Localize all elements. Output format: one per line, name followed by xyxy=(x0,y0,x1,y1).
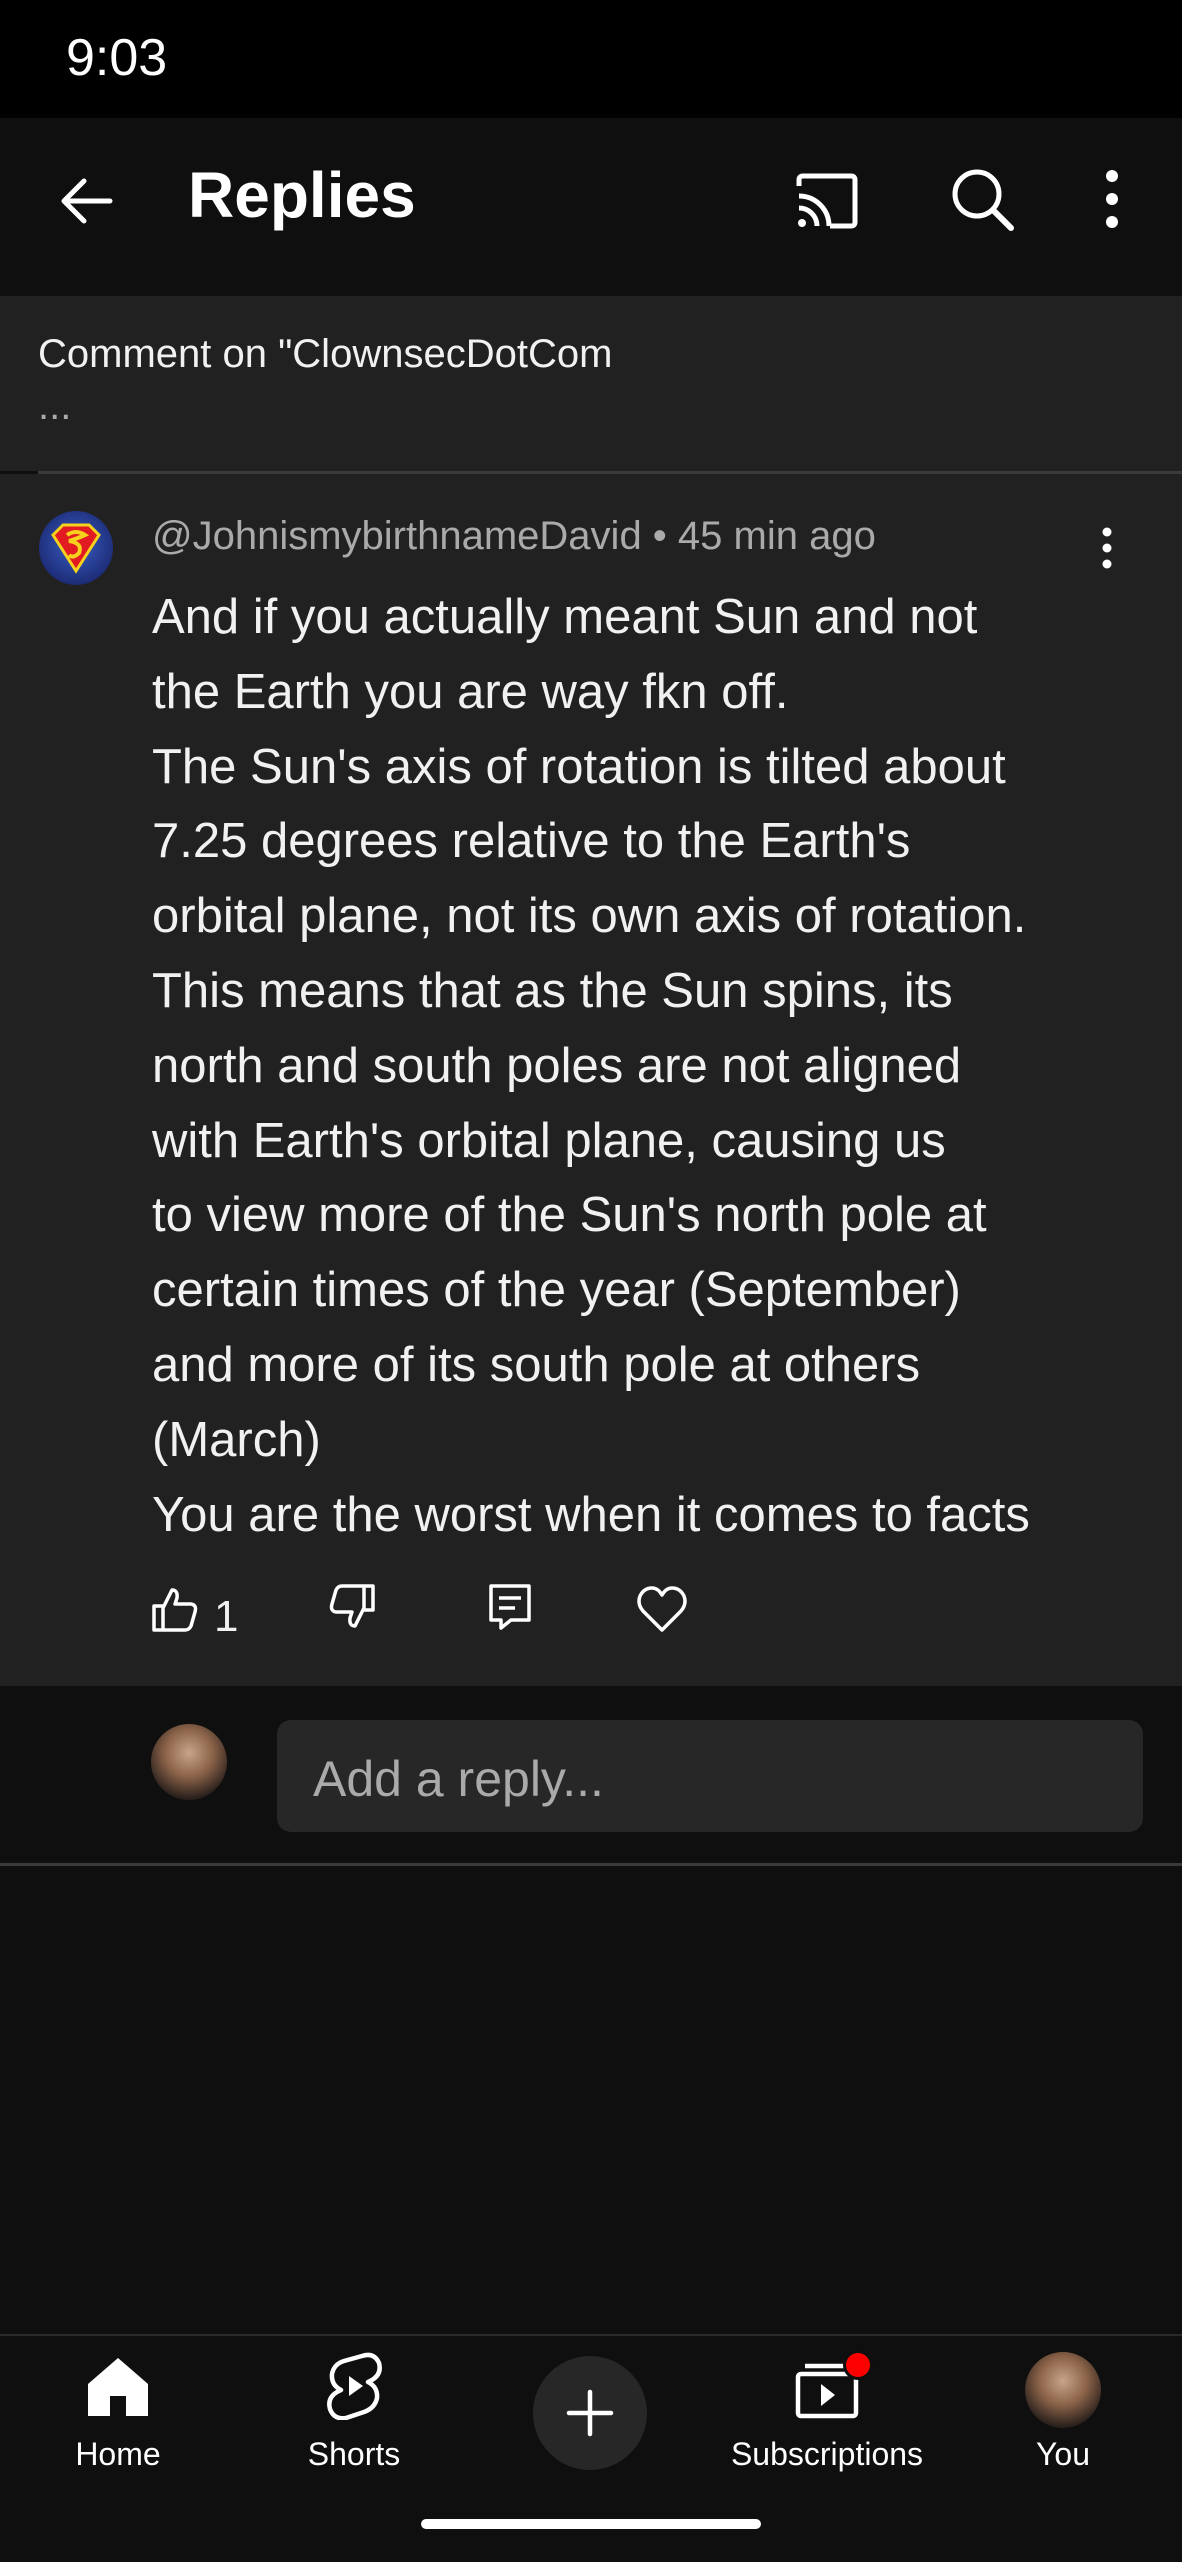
dislike-icon[interactable] xyxy=(327,1582,377,1632)
comment-line: You are the worst when it comes to facts xyxy=(152,1487,1030,1542)
context-ellipsis: ... xyxy=(38,384,72,428)
comment-author[interactable]: @JohnismybirthnameDavid xyxy=(152,514,642,558)
comment-meta: @JohnismybirthnameDavid • 45 min ago xyxy=(152,514,876,559)
reply-icon[interactable] xyxy=(485,1582,535,1632)
nav-shorts[interactable]: Shorts xyxy=(254,2336,454,2506)
comment-line: the Earth you are way fkn off. xyxy=(152,664,789,719)
superman-shield-icon xyxy=(51,523,101,574)
create-button[interactable] xyxy=(533,2356,647,2470)
plus-icon xyxy=(566,2389,614,2437)
heart-icon[interactable] xyxy=(636,1584,688,1634)
comment-line: And if you actually meant Sun and not xyxy=(152,590,978,644)
reply-placeholder: Add a reply... xyxy=(313,1751,604,1807)
nav-subscriptions-label: Subscriptions xyxy=(730,2436,924,2472)
page-title: Replies xyxy=(188,159,416,231)
comment-more-icon[interactable] xyxy=(1092,526,1122,570)
user-avatar xyxy=(151,1724,227,1800)
comment-line: and more of its south pole at others xyxy=(152,1337,921,1392)
comment-context-header[interactable]: Comment on "ClownsecDotCom ... xyxy=(0,296,1182,471)
app-bar: Replies xyxy=(0,118,1182,296)
comment-time: 45 min ago xyxy=(677,514,876,558)
comment-line: The Sun's axis of rotation is tilted abo… xyxy=(152,739,1006,794)
back-arrow-icon[interactable] xyxy=(52,166,122,236)
commenter-avatar[interactable] xyxy=(39,511,113,585)
status-bar: 9:03 xyxy=(0,0,1182,118)
home-icon xyxy=(88,2358,148,2416)
search-icon[interactable] xyxy=(947,164,1017,234)
comment-line: north and south poles are not aligned xyxy=(152,1038,962,1093)
nav-shorts-label: Shorts xyxy=(307,2436,401,2472)
nav-home-label: Home xyxy=(75,2436,161,2472)
more-options-icon[interactable] xyxy=(1092,164,1132,234)
context-video-title: Comment on "ClownsecDotCom xyxy=(38,332,613,376)
divider xyxy=(0,1863,1182,1866)
nav-home[interactable]: Home xyxy=(18,2336,218,2506)
nav-subscriptions[interactable]: Subscriptions xyxy=(727,2336,927,2506)
status-time: 9:03 xyxy=(66,29,168,87)
comment-line: 7.25 degrees relative to the Earth's xyxy=(152,814,911,869)
nav-you-label: You xyxy=(1036,2436,1090,2472)
comment-card: @JohnismybirthnameDavid • 45 min ago And… xyxy=(0,474,1182,1686)
comment-line: certain times of the year (September) xyxy=(152,1263,961,1318)
reply-input[interactable]: Add a reply... xyxy=(277,1720,1143,1832)
shorts-icon xyxy=(327,2352,382,2420)
like-count: 1 xyxy=(214,1592,239,1641)
you-avatar xyxy=(1025,2352,1101,2428)
like-icon[interactable] xyxy=(150,1584,200,1634)
bottom-navigation: Home Shorts Subscriptions You xyxy=(0,2334,1182,2562)
home-indicator xyxy=(421,2519,761,2529)
comment-line: orbital plane, not its own axis of rotat… xyxy=(152,889,1027,944)
cast-icon[interactable] xyxy=(792,166,862,236)
comment-line: This means that as the Sun spins, its xyxy=(152,963,953,1018)
comment-line: (March) xyxy=(152,1412,321,1467)
comment-line: with Earth's orbital plane, causing us xyxy=(152,1113,946,1168)
meta-separator: • xyxy=(641,514,678,558)
comment-text: And if you actually meant Sun and not th… xyxy=(152,580,1112,1552)
comment-line: to view more of the Sun's north pole at xyxy=(152,1188,987,1243)
reply-composer: Add a reply... xyxy=(0,1686,1182,1864)
nav-you[interactable]: You xyxy=(963,2336,1163,2506)
notification-dot xyxy=(843,2350,873,2380)
